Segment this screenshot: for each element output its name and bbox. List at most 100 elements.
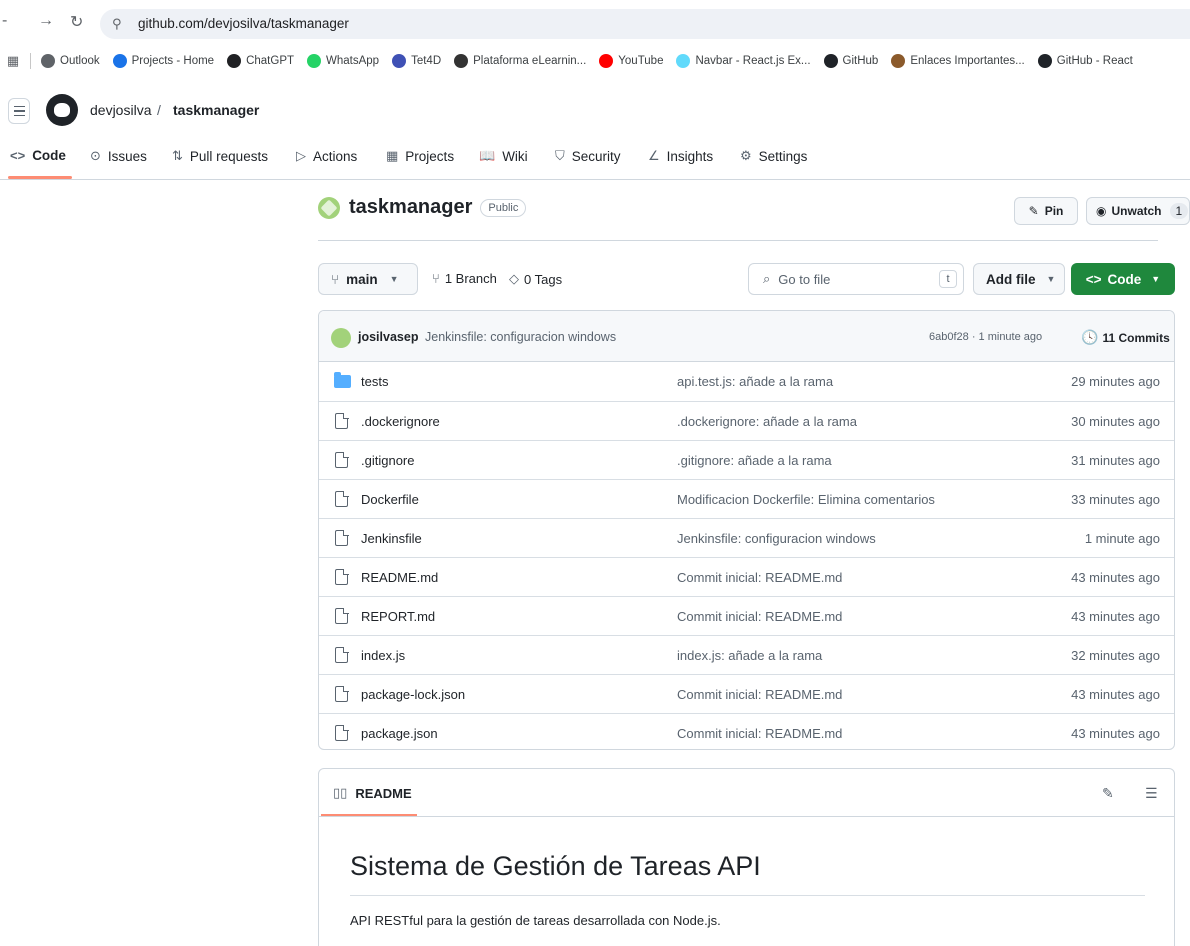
tab-projects[interactable]: ▦ Projects bbox=[386, 148, 454, 164]
file-commit-message[interactable]: api.test.js: añade a la rama bbox=[677, 374, 833, 389]
site-settings-icon[interactable]: ⚲ bbox=[112, 16, 122, 32]
tab-label: Insights bbox=[666, 148, 714, 164]
back-icon[interactable]: - bbox=[2, 12, 7, 30]
branch-selector[interactable]: ⑂ main ▼ bbox=[318, 263, 418, 295]
file-row[interactable]: Dockerfile Modificacion Dockerfile: Elimi… bbox=[319, 479, 1174, 518]
github-header: devjosilva / taskmanager bbox=[0, 88, 1190, 138]
commit-author[interactable]: josilvasep bbox=[358, 330, 418, 344]
file-commit-message[interactable]: Commit inicial: README.md bbox=[677, 687, 842, 702]
file-commit-message[interactable]: .dockerignore: añade a la rama bbox=[677, 414, 857, 429]
bookmark-item[interactable]: Tet4D bbox=[392, 54, 441, 68]
bookmark-item[interactable]: Projects - Home bbox=[112, 54, 215, 68]
bookmark-item[interactable]: ChatGPT bbox=[227, 54, 294, 68]
file-row[interactable]: REPORT.md Commit inicial: README.md 43 min… bbox=[319, 596, 1174, 635]
file-row[interactable]: package.json Commit inicial: README.md 43 … bbox=[319, 713, 1174, 749]
outline-list-icon[interactable]: ☰ bbox=[1145, 785, 1158, 802]
bookmark-favicon-icon bbox=[823, 54, 838, 68]
tab-label: Actions bbox=[313, 148, 358, 164]
bookmark-item[interactable]: Navbar - React.js Ex... bbox=[676, 54, 811, 68]
file-name-link[interactable]: Jenkinsfile bbox=[361, 531, 422, 546]
file-commit-message[interactable]: Commit inicial: README.md bbox=[677, 570, 842, 585]
file-name-link[interactable]: README.md bbox=[361, 570, 438, 585]
bookmark-item[interactable]: Enlaces Importantes... bbox=[891, 54, 1025, 68]
folder-icon bbox=[334, 372, 351, 388]
browser-address-bar: - → ↻ ⚲ github.com/devjosilva/taskmanage… bbox=[0, 0, 1190, 46]
bookmark-item[interactable]: GitHub bbox=[823, 54, 878, 68]
github-logo-icon[interactable] bbox=[46, 94, 78, 126]
file-row[interactable]: package-lock.json Commit inicial: README.… bbox=[319, 674, 1174, 713]
commit-message[interactable]: Jenkinsfile: configuracion windows bbox=[425, 330, 616, 344]
url-field[interactable]: ⚲ github.com/devjosilva/taskmanager bbox=[100, 9, 1190, 39]
tab-label: Pull requests bbox=[189, 148, 268, 164]
file-name-link[interactable]: REPORT.md bbox=[361, 609, 435, 624]
apps-grid-icon[interactable]: ▦ bbox=[2, 53, 24, 69]
tab-security[interactable]: ⛉ Security bbox=[555, 148, 621, 164]
tab-settings[interactable]: ⚙ Settings bbox=[740, 148, 807, 164]
file-commit-message[interactable]: Commit inicial: README.md bbox=[677, 726, 842, 741]
file-row[interactable]: .gitignore .gitignore: añade a la rama 31 … bbox=[319, 440, 1174, 479]
file-commit-time: 29 minutes ago bbox=[1071, 374, 1160, 389]
file-icon bbox=[335, 529, 349, 546]
tab-label: Wiki bbox=[502, 148, 528, 164]
readme-tab[interactable]: ▯▯ README bbox=[333, 785, 412, 801]
tab-wiki[interactable]: 📖 Wiki bbox=[479, 148, 528, 164]
code-button[interactable]: <> Code ▼ bbox=[1071, 263, 1175, 295]
commits-link[interactable]: 🕓 11 Commits bbox=[1081, 329, 1170, 346]
bookmark-favicon-icon bbox=[392, 54, 407, 68]
file-commit-message[interactable]: Modificacion Dockerfile: Elimina comenta… bbox=[677, 492, 935, 507]
bookmark-item[interactable]: YouTube bbox=[599, 54, 663, 68]
unwatch-button[interactable]: ◉ Unwatch 1 bbox=[1086, 197, 1190, 225]
visibility-badge: Public bbox=[480, 198, 527, 217]
file-commit-message[interactable]: Commit inicial: README.md bbox=[677, 609, 842, 624]
breadcrumb-repo[interactable]: taskmanager bbox=[173, 102, 259, 118]
bookmark-label: Outlook bbox=[60, 55, 100, 67]
file-name-link[interactable]: package.json bbox=[361, 726, 438, 741]
add-file-button[interactable]: Add file ▼ bbox=[973, 263, 1065, 295]
repo-nav: <> Code ⊙ Issues ⇅ Pull requests ▷ Actions ▦ Proj… bbox=[0, 138, 1190, 180]
file-row[interactable]: README.md Commit inicial: README.md 43 min… bbox=[319, 557, 1174, 596]
forward-icon[interactable]: → bbox=[38, 12, 54, 30]
file-commit-message[interactable]: index.js: añade a la rama bbox=[677, 648, 822, 663]
tags-link[interactable]: ◇ 0 Tags bbox=[509, 271, 562, 287]
tab-pull-requests[interactable]: ⇅ Pull requests bbox=[172, 148, 268, 164]
pin-icon: ✎ bbox=[1028, 204, 1039, 218]
file-row[interactable]: tests api.test.js: añade a la rama 29 minu… bbox=[319, 362, 1174, 401]
commit-author-avatar[interactable] bbox=[331, 328, 351, 348]
tab-actions[interactable]: ▷ Actions bbox=[296, 148, 357, 164]
branches-link[interactable]: ⑂ 1 Branch bbox=[432, 271, 497, 286]
file-name-link[interactable]: .gitignore bbox=[361, 453, 414, 468]
edit-pencil-icon[interactable]: ✎ bbox=[1102, 785, 1114, 802]
file-icon bbox=[335, 646, 349, 663]
tag-icon: ◇ bbox=[509, 271, 519, 286]
reload-icon[interactable]: ↻ bbox=[70, 12, 83, 32]
file-name-link[interactable]: Dockerfile bbox=[361, 492, 419, 507]
menu-icon[interactable] bbox=[8, 98, 30, 124]
file-row[interactable]: .dockerignore .dockerignore: añade a la r… bbox=[319, 401, 1174, 440]
file-row[interactable]: Jenkinsfile Jenkinsfile: configuracion wi… bbox=[319, 518, 1174, 557]
code-icon: <> bbox=[10, 148, 26, 163]
bookmark-item[interactable]: Plataforma eLearnin... bbox=[454, 54, 586, 68]
file-commit-message[interactable]: Jenkinsfile: configuracion windows bbox=[677, 531, 876, 546]
file-row[interactable]: index.js index.js: añade a la rama 32 minu… bbox=[319, 635, 1174, 674]
repo-name[interactable]: taskmanager bbox=[349, 196, 472, 219]
active-tab-underline bbox=[8, 176, 72, 179]
breadcrumb-owner[interactable]: devjosilva bbox=[90, 102, 151, 118]
file-name-link[interactable]: tests bbox=[361, 374, 388, 389]
bookmark-item[interactable]: WhatsApp bbox=[307, 54, 379, 68]
file-name-link[interactable]: package-lock.json bbox=[361, 687, 465, 702]
wiki-icon: 📖 bbox=[479, 148, 496, 163]
file-list: josilvasep Jenkinsfile: configuracion wi… bbox=[318, 310, 1175, 750]
file-commit-message[interactable]: .gitignore: añade a la rama bbox=[677, 453, 832, 468]
tab-code[interactable]: <> Code bbox=[10, 148, 66, 163]
tab-issues[interactable]: ⊙ Issues bbox=[90, 148, 147, 164]
go-to-file-input[interactable]: ⌕ Go to file t bbox=[748, 263, 964, 295]
tab-insights[interactable]: ∠ Insights bbox=[648, 148, 713, 164]
readme-title: Sistema de Gestión de Tareas API bbox=[350, 851, 761, 881]
bookmark-label: Projects - Home bbox=[131, 55, 215, 67]
file-name-link[interactable]: index.js bbox=[361, 648, 405, 663]
pin-button[interactable]: ✎ Pin bbox=[1014, 197, 1078, 225]
bookmark-item[interactable]: GitHub - React bbox=[1037, 54, 1133, 68]
commit-meta[interactable]: 6ab0f28 · 1 minute ago bbox=[929, 331, 1042, 343]
file-name-link[interactable]: .dockerignore bbox=[361, 414, 440, 429]
bookmark-item[interactable]: Outlook bbox=[41, 54, 100, 68]
